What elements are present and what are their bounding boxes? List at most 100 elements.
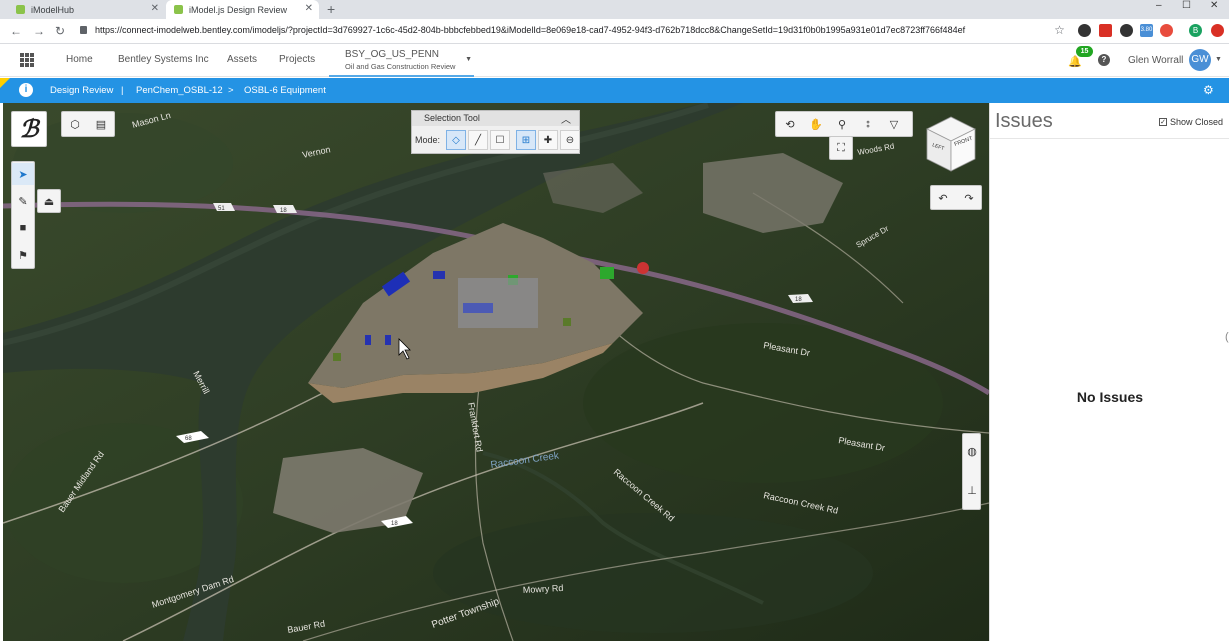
selection-tool-panel: Selection Tool ︿ Mode: ◇ ╱ ☐ ⊞ ✚ ⊖ (411, 110, 580, 154)
hierarchy-icon[interactable]: ⊥ (961, 479, 983, 501)
back-arrow-icon[interactable]: ← (10, 24, 22, 38)
show-closed-checkbox[interactable]: ✓ Show Closed (1159, 117, 1223, 127)
tab-close-icon[interactable]: ✕ (151, 3, 159, 14)
navigation-toolbar: ⟲ ✋ ⚲ ⦂ ▽ (775, 111, 913, 137)
project-name: BSY_OG_US_PENN (345, 49, 439, 60)
stamp-icon[interactable]: ⏏ (38, 190, 60, 212)
flag-icon[interactable]: ⚑ (12, 244, 34, 266)
tab-title: iModelHub (31, 4, 75, 15)
maximize-button[interactable]: ☐ (1182, 0, 1191, 11)
issues-title: Issues (995, 110, 1053, 132)
section-icon[interactable]: ■ (12, 217, 34, 239)
view-cube[interactable]: LEFT FRONT (923, 115, 979, 173)
app-grid-icon[interactable] (20, 53, 34, 67)
add-mode-icon[interactable]: ⊞ (516, 130, 536, 150)
minimize-button[interactable]: – (1156, 0, 1162, 11)
mode-label: Mode: (415, 135, 441, 145)
extension-icon[interactable] (1120, 24, 1133, 37)
layers-icon[interactable]: ▤ (90, 113, 112, 135)
new-tab-button[interactable]: + (327, 1, 335, 17)
browser-tab-imodelhub[interactable]: iModelHub ✕ (8, 0, 165, 19)
model-selector-icon[interactable]: ⬡ (64, 113, 86, 135)
checkbox-checked-icon[interactable]: ✓ (1159, 118, 1167, 126)
breadcrumb: i Design Review | PenChem_OSBL-12 > OSBL… (0, 78, 1229, 103)
breadcrumb-separator: | (121, 85, 124, 96)
url-field[interactable]: https://connect-imodelweb.bentley.com/im… (95, 25, 965, 35)
show-closed-label: Show Closed (1170, 117, 1224, 127)
globe-icon[interactable]: ◍ (961, 440, 983, 462)
breadcrumb-osbl6[interactable]: OSBL-6 Equipment (244, 85, 326, 96)
road-shield: 51 (218, 206, 225, 212)
bell-icon[interactable]: 🔔 (1068, 55, 1082, 68)
breadcrumb-penchem[interactable]: PenChem_OSBL-12 (136, 85, 223, 96)
road-shield: 68 (185, 436, 192, 442)
extension-badge-icon[interactable]: 3.80 (1140, 24, 1153, 37)
extension-icon[interactable] (1160, 24, 1173, 37)
notification-badge: 15 (1076, 46, 1093, 57)
undo-icon[interactable]: ↶ (932, 187, 954, 209)
imodeljs-favicon-icon (174, 5, 183, 14)
help-icon[interactable]: ? (1098, 54, 1110, 66)
redo-icon[interactable]: ↷ (958, 187, 980, 209)
select-arrow-icon[interactable]: ➤ (12, 163, 34, 185)
rotate-icon[interactable]: ⟲ (779, 113, 801, 135)
flag-corner-icon (0, 78, 10, 88)
tool-toolbar: ➤ ✎ ■ ⚑ (11, 161, 35, 269)
map-label: Mowry Rd (523, 583, 564, 595)
panel-collapse-handle-icon[interactable]: ( (1225, 331, 1229, 343)
divider (990, 138, 1229, 139)
3d-viewport[interactable]: 51 18 68 18 18 Mason Ln Vernon Merrill P… (3, 103, 989, 641)
zoom-icon[interactable]: ⚲ (831, 113, 853, 135)
app-logo-button[interactable]: ℬ (11, 111, 47, 147)
address-bar: ← → ↻ https://connect-imodelweb.bentley.… (0, 19, 1229, 44)
walk-icon[interactable]: ⦂ (857, 113, 879, 135)
tab-title: iModel.js Design Review (189, 4, 288, 15)
browser-tabstrip: iModelHub ✕ iModel.js Design Review ✕ + … (0, 0, 1229, 19)
no-issues-message: No Issues (1076, 389, 1144, 405)
gear-icon[interactable]: ⚙ (1203, 83, 1214, 97)
nav-home[interactable]: Home (66, 54, 93, 65)
measure-icon[interactable]: ✎ (12, 190, 34, 212)
chevron-up-icon[interactable]: ︿ (561, 111, 571, 126)
pick-mode-icon[interactable]: ◇ (446, 130, 466, 150)
profile-icon[interactable]: B (1189, 24, 1202, 37)
pdf-icon[interactable] (1099, 24, 1112, 37)
bookmark-star-icon[interactable]: ☆ (1053, 24, 1066, 37)
forward-arrow-icon[interactable]: → (33, 24, 45, 38)
nav-bentley-systems[interactable]: Bentley Systems Inc (118, 54, 209, 65)
remove-minus-icon[interactable]: ⊖ (560, 130, 580, 150)
line-mode-icon[interactable]: ╱ (468, 130, 488, 150)
breadcrumb-design-review[interactable]: Design Review (50, 85, 113, 96)
selection-tool-header[interactable]: Selection Tool ︿ (412, 111, 579, 126)
road-shield: 18 (391, 521, 398, 527)
extension-icon[interactable] (1078, 24, 1091, 37)
chevron-down-icon[interactable]: ▼ (1215, 56, 1222, 63)
pan-hand-icon[interactable]: ✋ (805, 113, 827, 135)
measure-flyout: ⏏ (37, 189, 61, 213)
box-mode-icon[interactable]: ☐ (490, 130, 510, 150)
road-shield: 18 (280, 208, 287, 214)
tab-close-icon[interactable]: ✕ (305, 3, 313, 14)
issues-panel: Issues ✓ Show Closed No Issues ( (989, 103, 1229, 641)
nav-assets[interactable]: Assets (227, 54, 257, 65)
undo-redo-toolbar: ↶ ↷ (930, 185, 982, 210)
add-plus-icon[interactable]: ✚ (538, 130, 558, 150)
lock-icon (80, 26, 87, 34)
close-window-button[interactable]: ✕ (1210, 0, 1218, 11)
reload-icon[interactable]: ↻ (55, 24, 65, 38)
extension-icon[interactable] (1211, 24, 1224, 37)
zoom-flyout: ⛶ (829, 136, 853, 160)
project-subtitle: Oil and Gas Construction Review (345, 62, 456, 71)
nav-projects[interactable]: Projects (279, 54, 315, 65)
chevron-down-icon: ▼ (465, 56, 472, 63)
fit-view-icon[interactable]: ⛶ (830, 137, 852, 159)
browser-tab-design-review[interactable]: iModel.js Design Review ✕ (166, 0, 319, 19)
nav-project-selector[interactable]: BSY_OG_US_PENN Oil and Gas Construction … (329, 44, 474, 77)
breadcrumb-separator: > (228, 85, 234, 96)
user-name[interactable]: Glen Worrall (1128, 55, 1183, 66)
avatar[interactable]: GW (1189, 49, 1211, 71)
satellite-map[interactable]: 51 18 68 18 18 Mason Ln Vernon Merrill P… (3, 103, 989, 641)
info-icon[interactable]: i (19, 83, 33, 97)
camera-icon[interactable]: ▽ (883, 113, 905, 135)
view-toolbar: ⬡ ▤ (61, 111, 115, 137)
